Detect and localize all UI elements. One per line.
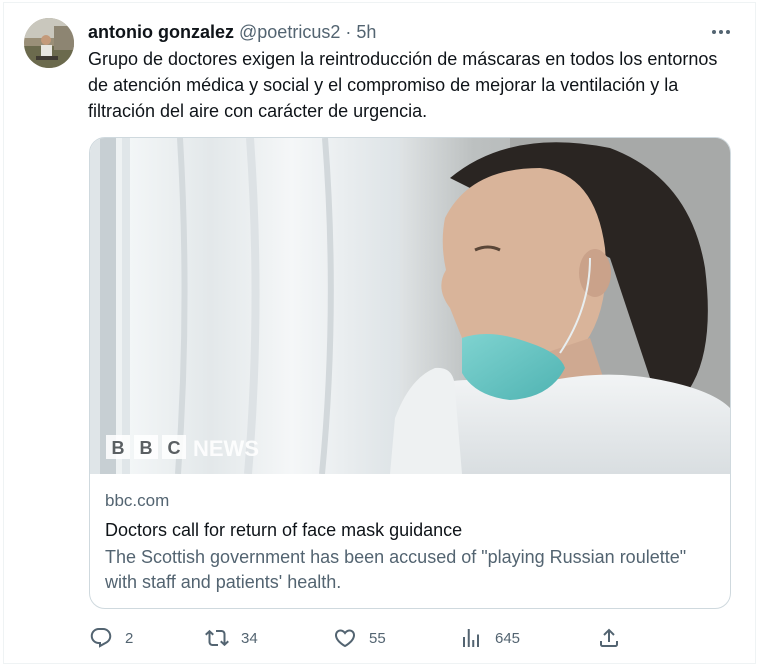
card-description: The Scottish government has been accused…: [105, 547, 687, 592]
retweet-button[interactable]: 34: [205, 624, 258, 652]
share-icon: [600, 628, 618, 647]
separator-dot: ·: [345, 22, 352, 42]
avatar[interactable]: [24, 18, 74, 68]
retweet-icon: [205, 629, 229, 647]
svg-text:NEWS: NEWS: [193, 436, 259, 461]
like-button[interactable]: 55: [333, 624, 386, 652]
share-button[interactable]: [597, 624, 621, 652]
link-card[interactable]: B B C NEWS bbc.com Doctors call for retu…: [89, 137, 731, 609]
card-domain: bbc.com: [105, 491, 170, 510]
svg-text:B: B: [112, 438, 125, 458]
svg-text:B: B: [140, 438, 153, 458]
tweet-header: antonio gonzalez @poetricus2 · 5h: [88, 20, 376, 44]
tweet-timestamp[interactable]: 5h: [356, 22, 376, 42]
action-bar: 2 34 55 645: [0, 624, 762, 652]
retweet-count: 34: [241, 629, 258, 647]
author-handle[interactable]: @poetricus2: [239, 22, 340, 42]
more-icon[interactable]: [703, 18, 739, 46]
like-count: 55: [369, 629, 386, 647]
views-count: 645: [495, 629, 521, 647]
card-image[interactable]: B B C NEWS: [90, 138, 730, 474]
reply-count: 2: [125, 629, 134, 647]
svg-text:C: C: [168, 438, 181, 458]
reply-icon: [90, 628, 112, 648]
bbc-news-logo: B B C NEWS: [106, 435, 259, 461]
tweet-text: Grupo de doctores exigen la reintroducci…: [88, 49, 718, 121]
reply-button[interactable]: 2: [89, 624, 133, 652]
views-button[interactable]: 645: [459, 624, 520, 652]
card-title: Doctors call for return of face mask gui…: [105, 520, 463, 540]
analytics-icon: [463, 629, 479, 647]
author-name[interactable]: antonio gonzalez: [88, 22, 234, 42]
heart-icon: [334, 629, 356, 648]
card-body[interactable]: bbc.com Doctors call for return of face …: [105, 490, 705, 595]
